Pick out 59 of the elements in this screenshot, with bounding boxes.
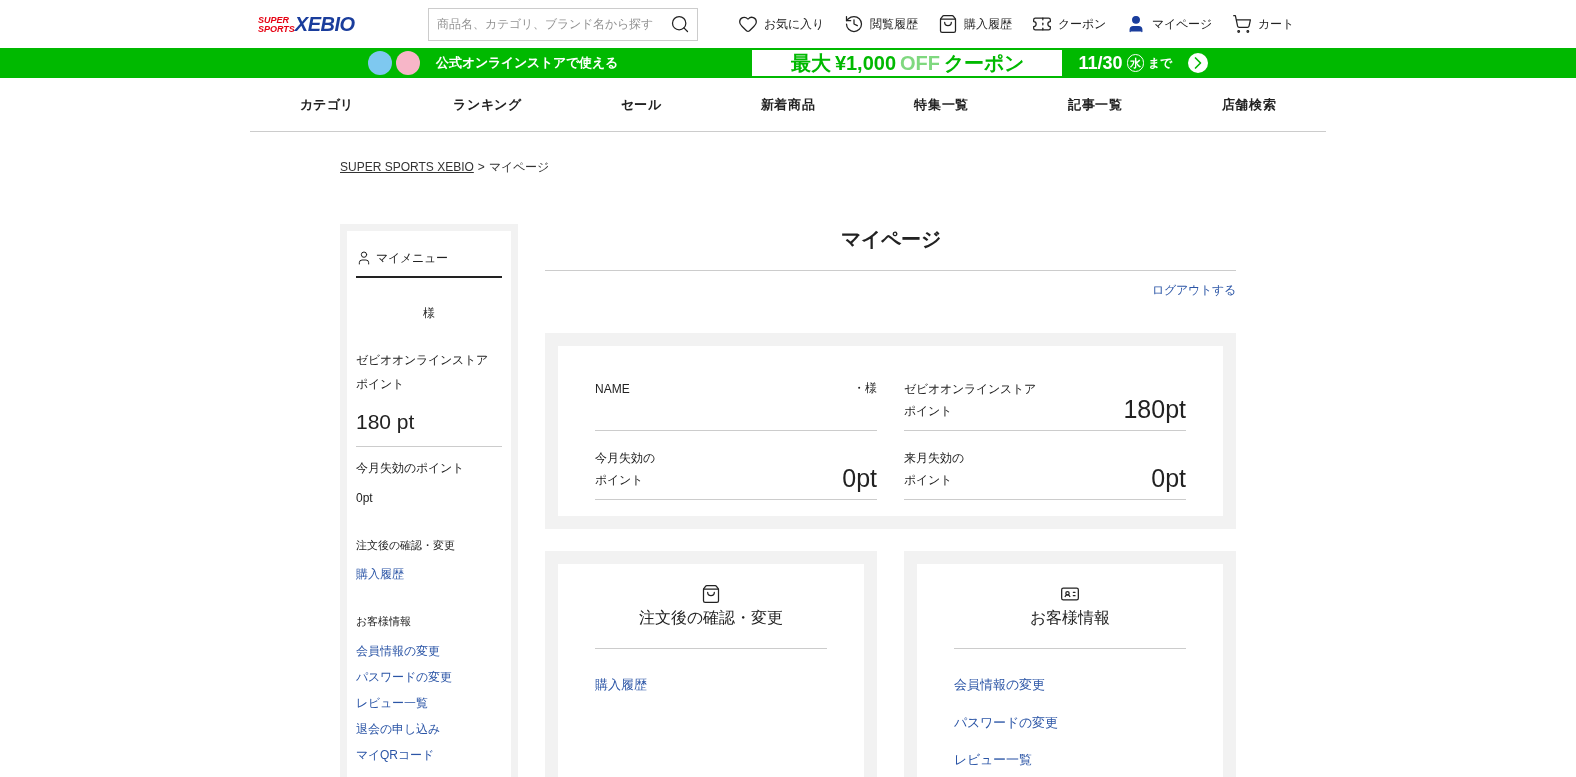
summary-label: 来月失効のポイント [904,450,965,489]
heart-icon [738,14,758,34]
mascot-drawing [368,51,421,75]
header-link[interactable]: クーポン [1032,14,1106,34]
sidebar-link[interactable]: 会員情報の変更 [356,641,502,660]
summary-value: 0pt [842,466,877,491]
points-value: 180 pt [356,406,502,447]
breadcrumb-current: マイページ [488,159,549,174]
section-heading: 注文後の確認・変更 [356,537,456,553]
card-link[interactable]: 購入履歴 [595,675,827,695]
nav-item[interactable]: 店舗検索 [1221,94,1277,115]
summary-label: NAME [595,381,631,398]
header-link[interactable]: カート [1232,14,1294,34]
nav-item[interactable]: カテゴリ [299,94,355,115]
nav-item[interactable]: 記事一覧 [1068,94,1123,115]
sidebar-link[interactable]: マイQRコード [356,745,502,764]
breadcrumb-separator: > [477,159,485,174]
logout-link[interactable]: ログアウトする [1152,281,1236,299]
sidebar-link[interactable]: 退会の申し込み [356,719,502,738]
section-heading: お客様情報 [356,614,412,629]
deadline-text: 11/30 水 まで [1078,51,1172,75]
nav-item[interactable]: セール [620,94,662,115]
chevron-right-icon[interactable] [1187,53,1208,73]
nav-item[interactable]: ランキング [453,94,522,115]
breadcrumb-link[interactable]: SUPER SPORTS XEBIO [340,158,474,174]
shopping-bag-icon [938,14,958,34]
header-link[interactable]: お気に入り [738,14,824,34]
header-link[interactable]: マイページ [1126,14,1212,34]
summary-value: 0pt [1151,466,1186,491]
search-field[interactable]: 商品名、カテゴリ、ブランド名から探す [428,7,698,41]
expiring-value: 0pt [356,489,374,507]
card-link[interactable]: パスワードの変更 [954,712,1186,732]
customer-name: 様 [422,305,436,322]
summary-label: 今月失効のポイント [595,450,656,489]
nav-item[interactable]: 新着商品 [760,94,816,115]
sidebar-title: マイメニュー [376,250,448,267]
summary-label: ゼビオオンラインストアポイント [904,381,1037,420]
nav-item[interactable]: 特集一覧 [914,94,969,115]
sidebar-link[interactable]: レビュー一覧 [356,693,502,712]
search-icon[interactable] [670,13,690,34]
card-link[interactable]: 会員情報の変更 [954,675,1186,695]
card-title: 注文後の確認・変更 [639,608,783,628]
summary-value: ・様 [853,380,877,397]
header-link[interactable]: 閲覧履歴 [844,14,918,34]
card-title: お客様情報 [1030,608,1110,628]
user-icon [356,250,372,266]
banner-text: 公式オンラインストアで使える [436,54,620,73]
sidebar-link[interactable]: 購入履歴 [356,565,502,583]
coupon-label: 最大 ¥1,000 OFF クーポン [752,50,1063,76]
clock-icon [844,14,864,34]
summary-value: 180pt [1123,397,1186,422]
cart-icon [1232,14,1252,34]
header-link[interactable]: 購入履歴 [938,14,1012,34]
expiring-label: 今月失効のポイント [356,459,465,477]
sidebar-link[interactable]: パスワードの変更 [356,667,502,686]
card-link[interactable]: レビュー一覧 [954,750,1186,770]
points-label: ゼビオオンラインストアポイント [356,352,489,393]
shopping-bag-icon [701,584,721,604]
page-title: マイページ [545,224,1236,271]
